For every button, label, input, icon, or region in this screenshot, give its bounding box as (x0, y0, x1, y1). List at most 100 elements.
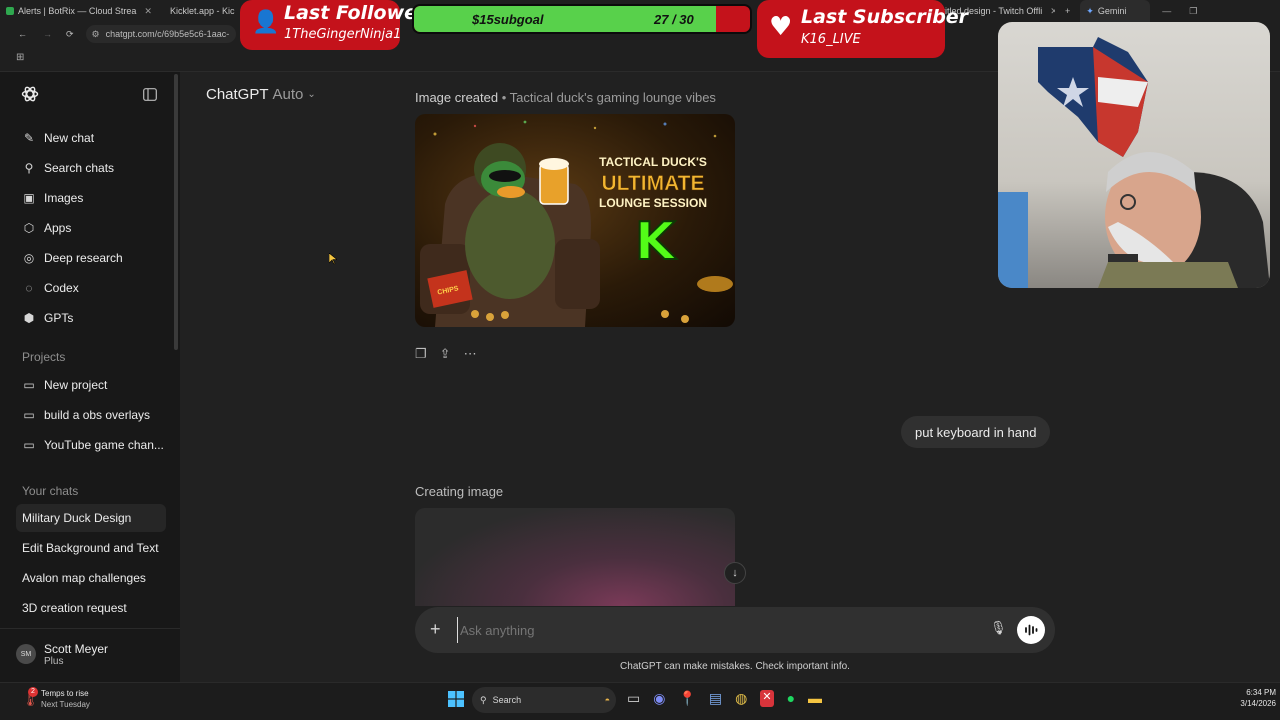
close-tab-icon[interactable]: ✕ (1050, 6, 1055, 17)
tab-label: Kicklet.app - Kic (170, 6, 235, 16)
nav-label: Apps (44, 221, 72, 235)
creating-status: Creating image (415, 484, 504, 499)
reload-icon[interactable]: ⟳ (66, 29, 74, 40)
model-mode: Auto (272, 86, 304, 103)
windows-taskbar: 🌡 2 Temps to rise Next Tuesday ⚲ Search … (0, 682, 1280, 720)
telescope-icon: ◎ (23, 251, 35, 265)
codex-button[interactable]: ◌ Codex (16, 274, 168, 302)
spotify-icon[interactable]: ● (787, 690, 795, 707)
sidebar-scrollbar[interactable] (174, 74, 178, 350)
windows-start-icon[interactable] (448, 691, 464, 707)
user-name: Scott Meyer (44, 641, 109, 656)
new-chat-button[interactable]: ✎ New chat (16, 124, 168, 152)
voice-mode-button[interactable] (1017, 616, 1045, 644)
svg-text:ULTIMATE: ULTIMATE (601, 172, 704, 195)
add-attachment-icon[interactable]: + (430, 619, 441, 639)
tab-favicon-icon (6, 7, 14, 15)
projects-heading: Projects (22, 350, 66, 364)
apps-grid-icon[interactable]: ⊞ (16, 52, 24, 63)
browser-tab[interactable]: ✦ Gemini (1080, 0, 1151, 22)
model-selector[interactable]: ChatGPT Auto ⌄ (206, 86, 316, 103)
search-icon: ⚲ (480, 694, 487, 705)
image-caption: Image created • Tactical duck's gaming l… (415, 90, 716, 105)
codex-icon: ◌ (25, 281, 33, 295)
gpts-button[interactable]: ⬢ GPTs (16, 304, 168, 332)
tab-label: Gemini (1097, 6, 1127, 16)
nav-label: Deep research (44, 251, 123, 265)
copy-icon[interactable]: ❐ (415, 346, 427, 362)
close-tab-icon[interactable]: ✕ (144, 6, 152, 17)
chrome-icon[interactable]: ◍ (735, 690, 747, 707)
folder-icon: ▭ (23, 438, 35, 452)
x-app-icon[interactable]: ✕ (760, 690, 774, 707)
new-tab-icon[interactable]: + (1065, 6, 1070, 16)
apps-button[interactable]: ⬡ Apps (16, 214, 168, 242)
webcam-scene (998, 37, 1270, 288)
openai-logo-icon[interactable] (21, 85, 39, 103)
discord-icon[interactable]: ◉ (653, 690, 665, 707)
clock-date: 3/14/2026 (1240, 699, 1276, 708)
new-project-button[interactable]: ▭ New project (16, 371, 168, 399)
weather-line2: Next Tuesday (41, 700, 90, 709)
project-item[interactable]: ▭ build a obs overlays (16, 401, 168, 429)
taskbar-apps: ▭ ◉ 📍 ▤ ◍ ✕ ● ▬ (627, 690, 822, 707)
clock[interactable]: 6:34 PM 3/14/2026 (1218, 687, 1276, 709)
maps-pin-icon[interactable]: 📍 (678, 690, 695, 707)
gemini-icon: ✦ (1086, 5, 1094, 16)
browser-tab[interactable]: Kicklet.app - Kic (160, 0, 240, 22)
project-label: build a obs overlays (44, 408, 151, 422)
minimize-icon[interactable]: — (1162, 6, 1171, 16)
chevron-down-icon: ⌄ (307, 89, 316, 100)
chat-item[interactable]: Edit Background and Text (16, 534, 166, 562)
chat-label: 3D creation request (22, 601, 127, 615)
chat-item[interactable]: 3D creation request (16, 594, 166, 622)
chat-item[interactable]: Avalon map challenges (16, 564, 166, 592)
share-icon[interactable]: ⇪ (440, 346, 451, 362)
user-message-bubble: put keyboard in hand (901, 416, 1051, 448)
prompt-input[interactable] (457, 617, 957, 643)
search-chats-button[interactable]: ⚲ Search chats (16, 154, 168, 182)
project-item[interactable]: ▭ YouTube game chan... (16, 431, 168, 459)
last-subscriber-alert: ♥ Last Subscriber K16_LIVE (757, 0, 968, 58)
images-button[interactable]: ▣ Images (16, 184, 168, 212)
waveform-icon (1025, 624, 1038, 636)
image-actions: ❐ ⇪ ⋯ (415, 346, 477, 362)
composer: + 🎙 (415, 607, 1055, 653)
user-plan: Plus (44, 655, 64, 667)
user-profile-button[interactable]: SM Scott Meyer Plus (16, 636, 166, 672)
site-info-icon[interactable]: ⚙ (92, 29, 100, 40)
forward-icon[interactable]: → (43, 29, 52, 39)
edit-icon: ✎ (23, 131, 35, 145)
sidebar: ✎ New chat ⚲ Search chats ▣ Images ⬡ Apps ◎ D… (0, 72, 180, 682)
deep-research-button[interactable]: ◎ Deep research (16, 244, 168, 272)
arrow-down-icon: ↓ (732, 567, 738, 579)
url-field[interactable]: ⚙ chatgpt.com/c/69b5e5c6-1aac- (85, 25, 236, 43)
weather-widget[interactable]: 🌡 2 Temps to rise Next Tuesday (20, 686, 130, 716)
taskbar-search[interactable]: ⚲ Search ◓ (472, 687, 616, 713)
browser-tab[interactable]: Alerts | BotRix — Cloud Strea ✕ (0, 0, 160, 22)
mouse-cursor-icon (329, 253, 337, 265)
generated-image[interactable]: CHIPS TACTICAL DUCK'S ULTIMATE LOUNGE SE… (415, 114, 735, 327)
chat-item-active[interactable]: Military Duck Design (16, 504, 166, 532)
calculator-icon[interactable]: ▤ (709, 690, 722, 707)
scroll-down-button[interactable]: ↓ (724, 562, 746, 584)
disclaimer: ChatGPT can make mistakes. Check importa… (620, 661, 850, 672)
your-chats-heading: Your chats (22, 484, 79, 498)
avatar: SM (16, 644, 36, 664)
search-icon: ⚲ (24, 161, 34, 175)
more-options-icon[interactable]: ⋯ (464, 346, 477, 362)
pie-widget-icon: ◓ (604, 695, 610, 705)
restore-icon[interactable]: ❐ (1189, 6, 1197, 17)
toggle-sidebar-icon[interactable] (143, 88, 157, 101)
file-explorer-icon[interactable]: ▬ (808, 690, 822, 707)
image-icon: ▣ (23, 191, 35, 205)
nav-label: Search chats (44, 161, 115, 175)
cube-icon: ⬢ (23, 311, 35, 325)
task-view-icon[interactable]: ▭ (627, 690, 640, 707)
microphone-icon[interactable]: 🎙 (990, 620, 1007, 636)
duck-illustration: CHIPS TACTICAL DUCK'S ULTIMATE LOUNGE SE… (420, 120, 733, 327)
tab-label: Alerts | BotRix — Cloud Strea (18, 6, 137, 16)
nav-label: New chat (44, 131, 95, 145)
back-icon[interactable]: ← (18, 29, 27, 39)
last-follower-alert: 👤 Last Follower 1TheGingerNinja1 (240, 0, 426, 50)
